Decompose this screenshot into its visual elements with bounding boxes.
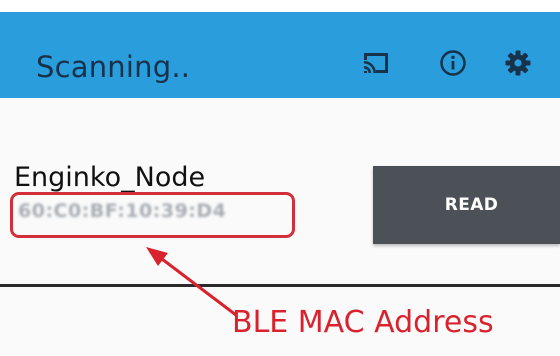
mac-address-highlight	[10, 192, 295, 238]
annotation-label: BLE MAC Address	[232, 305, 494, 340]
list-divider	[0, 284, 560, 287]
app-bar: Scanning..	[0, 12, 560, 98]
status-strip	[0, 0, 560, 12]
cast-icon[interactable]	[361, 48, 391, 78]
app-title: Scanning..	[36, 50, 191, 84]
read-button[interactable]: READ	[373, 166, 560, 244]
gear-icon[interactable]	[503, 48, 533, 78]
info-icon[interactable]	[438, 48, 468, 78]
device-name: Enginko_Node	[14, 162, 206, 193]
app-screen: Scanning.. Enginko_Node 60:C0:BF:10:39:D…	[0, 0, 560, 356]
